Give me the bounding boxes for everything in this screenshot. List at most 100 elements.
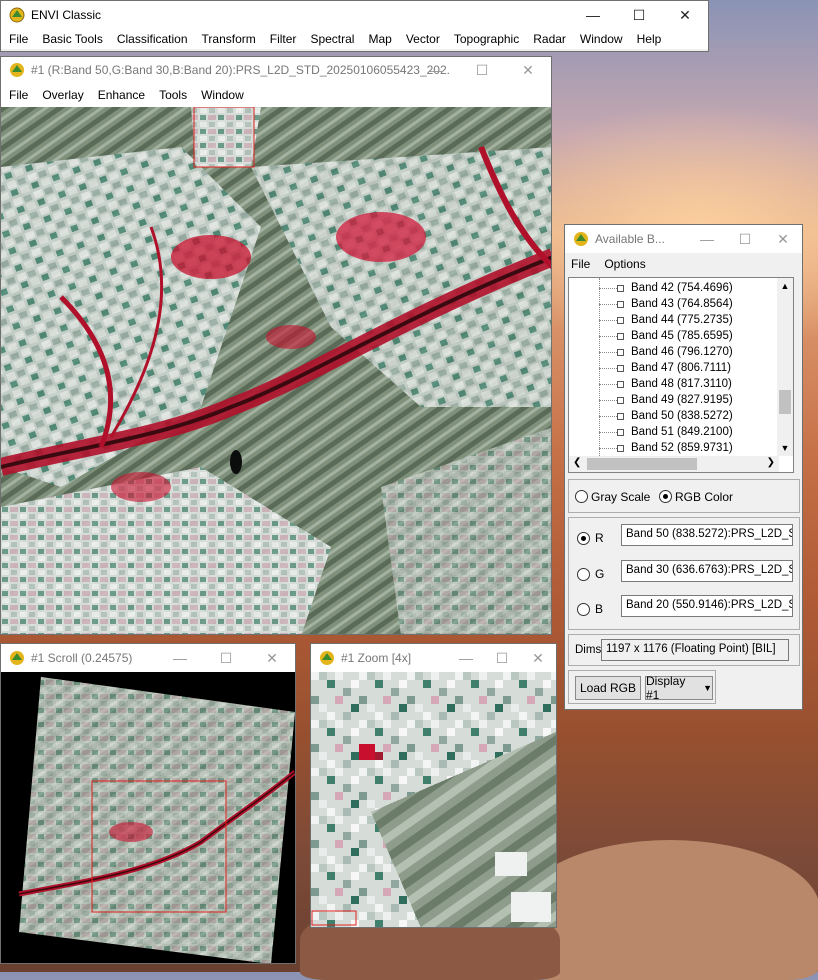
minimize-icon[interactable]: — [157,644,203,672]
scroll-overview-image [18,677,295,963]
scroll-left-icon[interactable]: ❮ [573,457,581,468]
envi-logo-icon [320,651,334,665]
gray-scale-label: Gray Scale [591,490,651,504]
menu-file[interactable]: File [1,32,34,46]
band-list[interactable]: Band 42 (754.4696) Band 43 (764.8564) Ba… [568,277,794,473]
menu-basic-tools[interactable]: Basic Tools [34,32,108,46]
main-titlebar[interactable]: ENVI Classic — ☐ ✕ [1,1,708,29]
display-select[interactable]: Display #1 ▼ [645,674,713,702]
menu-tools[interactable]: Tools [151,88,193,102]
minimize-icon[interactable]: — [688,225,726,253]
menu-spectral[interactable]: Spectral [302,32,360,46]
envi-logo-icon [9,7,25,23]
band-item-45[interactable]: Band 45 (785.6595) [569,328,793,344]
dims-group: Dims 1197 x 1176 (Floating Point) [BIL] [568,634,800,666]
menu-file[interactable]: File [565,257,596,271]
band-list-hscrollbar[interactable]: ❮ ❯ [569,456,779,472]
zoom-image-view[interactable] [311,672,556,927]
menu-vector[interactable]: Vector [398,32,446,46]
close-icon[interactable]: ✕ [764,225,802,253]
g-channel-radio[interactable] [577,568,590,581]
band-item-43[interactable]: Band 43 (764.8564) [569,296,793,312]
scroll-window-title: #1 Scroll (0.24575) [31,651,133,665]
scroll-thumb[interactable] [779,390,791,414]
gray-scale-radio[interactable] [575,490,588,503]
menu-overlay[interactable]: Overlay [34,88,89,102]
rgb-color-radio[interactable] [659,490,672,503]
menu-help[interactable]: Help [629,32,668,46]
image-window-title: #1 (R:Band 50,G:Band 30,B:Band 20):PRS_L… [31,63,451,77]
scroll-up-icon[interactable]: ▲ [777,278,793,294]
main-window-title: ENVI Classic [31,8,102,22]
g-channel-label: G [595,567,605,581]
maximize-icon[interactable]: ☐ [616,1,662,29]
band-item-52[interactable]: Band 52 (859.9731) [569,440,793,456]
menu-file[interactable]: File [1,88,34,102]
zoom-titlebar[interactable]: #1 Zoom [4x] — ☐ ✕ [311,644,556,672]
b-band-field[interactable]: Band 20 (550.9146):PRS_L2D_ST [621,595,793,617]
satellite-image-view[interactable] [1,107,551,634]
band-item-48[interactable]: Band 48 (817.3110) [569,376,793,392]
minimize-icon[interactable]: — [413,57,459,83]
image-window: #1 (R:Band 50,G:Band 30,B:Band 20):PRS_L… [0,56,552,635]
scroll-right-icon[interactable]: ❯ [767,457,775,468]
bands-titlebar[interactable]: Available B... — ☐ ✕ [565,225,802,253]
display-select-value: Display #1 [646,674,686,702]
band-item-51[interactable]: Band 51 (849.2100) [569,424,793,440]
r-band-field[interactable]: Band 50 (838.5272):PRS_L2D_ST [621,524,793,546]
band-list-vscrollbar[interactable]: ▲ ▼ [777,278,793,456]
envi-logo-icon [574,232,588,246]
menu-window[interactable]: Window [572,32,629,46]
b-channel-label: B [595,602,604,616]
menu-map[interactable]: Map [360,32,397,46]
maximize-icon[interactable]: ☐ [726,225,764,253]
band-item-50[interactable]: Band 50 (838.5272) [569,408,793,424]
r-channel-radio[interactable] [577,532,590,545]
satellite-image [1,107,551,634]
envi-logo-icon [10,63,24,77]
main-menubar: File Basic Tools Classification Transfor… [1,29,708,49]
menu-enhance[interactable]: Enhance [90,88,151,102]
close-icon[interactable]: ✕ [505,57,551,83]
envi-main-window: ENVI Classic — ☐ ✕ File Basic Tools Clas… [0,0,709,52]
band-item-46[interactable]: Band 46 (796.1270) [569,344,793,360]
menu-window[interactable]: Window [193,88,250,102]
menu-options[interactable]: Options [596,257,651,271]
available-bands-window: Available B... — ☐ ✕ File Options Band 4… [564,224,803,710]
scroll-titlebar[interactable]: #1 Scroll (0.24575) — ☐ ✕ [1,644,295,672]
band-item-47[interactable]: Band 47 (806.7111) [569,360,793,376]
dims-label: Dims [575,644,602,656]
dropdown-arrow-icon: ▼ [703,683,712,693]
band-item-44[interactable]: Band 44 (775.2735) [569,312,793,328]
band-item-49[interactable]: Band 49 (827.9195) [569,392,793,408]
b-channel-radio[interactable] [577,603,590,616]
close-icon[interactable]: ✕ [249,644,295,672]
image-titlebar[interactable]: #1 (R:Band 50,G:Band 30,B:Band 20):PRS_L… [1,57,551,83]
zoom-window: #1 Zoom [4x] — ☐ ✕ [310,643,557,928]
menu-transform[interactable]: Transform [194,32,262,46]
g-band-field[interactable]: Band 30 (636.6763):PRS_L2D_ST [621,560,793,582]
band-item-42[interactable]: Band 42 (754.4696) [569,280,793,296]
scroll-thumb[interactable] [587,458,697,470]
menu-filter[interactable]: Filter [262,32,303,46]
zoom-pixel-image [311,672,556,927]
close-icon[interactable]: ✕ [520,644,556,672]
close-icon[interactable]: ✕ [662,1,708,29]
bands-window-title: Available B... [595,232,665,246]
bands-menubar: File Options [565,253,802,275]
minimize-icon[interactable]: — [448,644,484,672]
image-menubar: File Overlay Enhance Tools Window [1,83,551,107]
menu-radar[interactable]: Radar [525,32,572,46]
maximize-icon[interactable]: ☐ [203,644,249,672]
minimize-icon[interactable]: — [570,1,616,29]
maximize-icon[interactable]: ☐ [484,644,520,672]
menu-classification[interactable]: Classification [109,32,194,46]
rgb-color-label: RGB Color [675,490,734,504]
load-rgb-button[interactable]: Load RGB [575,676,641,700]
zoom-window-title: #1 Zoom [4x] [341,651,412,665]
scroll-image-view[interactable] [1,672,295,963]
scroll-down-icon[interactable]: ▼ [777,440,793,456]
maximize-icon[interactable]: ☐ [459,57,505,83]
envi-logo-icon [10,651,24,665]
menu-topographic[interactable]: Topographic [446,32,525,46]
